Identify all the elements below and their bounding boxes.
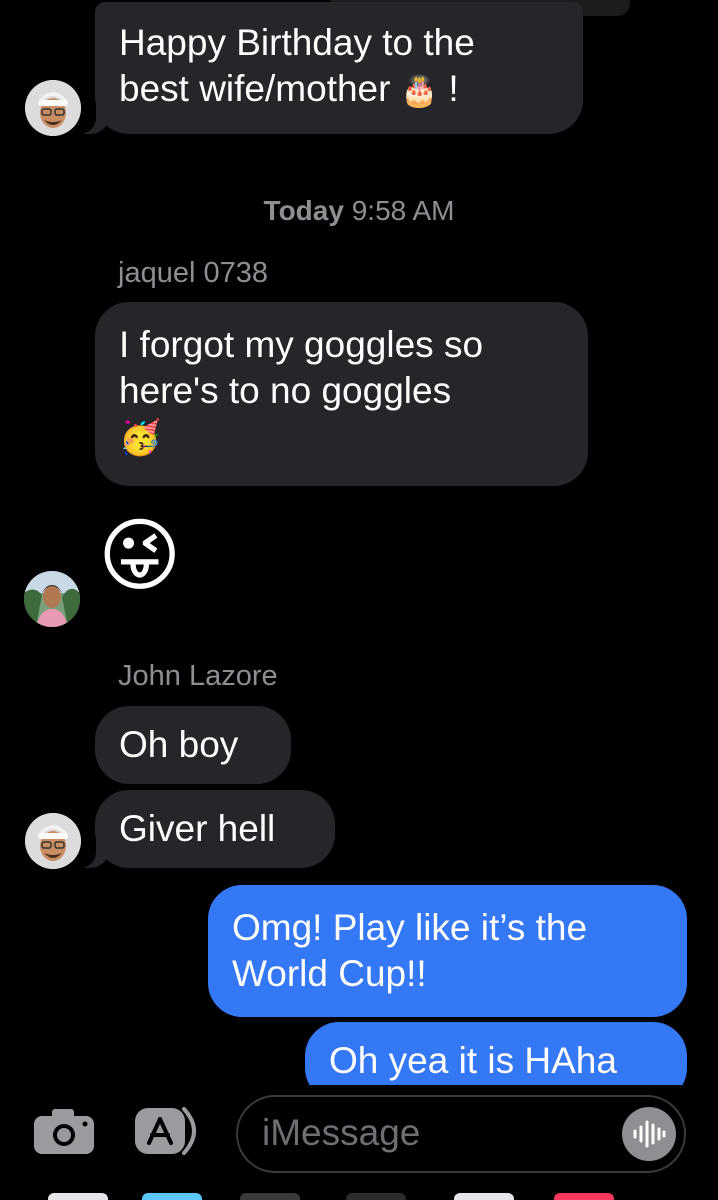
avatar-john-memoji[interactable]	[25, 813, 81, 869]
composer-bar: iMessage	[0, 1085, 718, 1200]
message-text: Happy Birthday to the best wife/mother 🎂…	[119, 22, 475, 109]
party-face-icon: 🥳	[119, 419, 162, 457]
message-thread[interactable]: Happy Birthday to the best wife/mother 🎂…	[0, 0, 718, 1085]
message-text: Oh yea it is HAha	[329, 1040, 617, 1081]
message-input-placeholder: iMessage	[262, 1112, 421, 1153]
message-bubble-birthday[interactable]: Happy Birthday to the best wife/mother 🎂…	[95, 2, 583, 134]
timestamp: Today 9:58 AM	[263, 195, 455, 226]
app-store-button[interactable]	[132, 1103, 210, 1164]
memoji-avatar-icon	[25, 80, 81, 136]
avatar-jaquel-photo[interactable]	[24, 571, 80, 627]
profile-photo-icon	[24, 571, 80, 627]
memoji-avatar-icon	[25, 813, 81, 869]
drawer-app-icon[interactable]	[346, 1193, 406, 1200]
message-text: Giver hell	[119, 808, 276, 849]
birthday-cake-icon: 🎂	[400, 75, 439, 108]
drawer-app-icon[interactable]	[48, 1193, 108, 1200]
app-store-icon	[135, 1107, 196, 1155]
camera-button[interactable]	[32, 1107, 96, 1162]
drawer-app-icon[interactable]	[454, 1193, 514, 1200]
message-bubble-oh-yea[interactable]: Oh yea it is HAha	[305, 1022, 687, 1085]
message-bubble-giver-hell[interactable]: Giver hell	[95, 790, 335, 868]
audio-waveform-icon	[633, 1120, 666, 1148]
drawer-app-icon[interactable]	[142, 1193, 202, 1200]
camera-icon	[34, 1109, 94, 1154]
app-drawer-strip	[0, 1193, 718, 1200]
message-text: Omg! Play like it’s the World Cup!!	[232, 907, 588, 994]
message-bubble-world-cup[interactable]: Omg! Play like it’s the World Cup!!	[208, 885, 687, 1017]
message-input[interactable]: iMessage	[236, 1095, 686, 1173]
winking-tongue-emoji[interactable]: 😜	[98, 508, 181, 604]
message-bubble-goggles[interactable]: I forgot my goggles so here's to no gogg…	[95, 302, 588, 486]
drawer-app-icon[interactable]	[554, 1193, 614, 1200]
sender-name: John Lazore	[118, 660, 278, 692]
message-text: Oh boy	[119, 724, 239, 765]
message-bubble-oh-boy[interactable]: Oh boy	[95, 706, 291, 784]
bubble-tail	[70, 836, 110, 868]
voice-record-button[interactable]	[622, 1107, 676, 1161]
sender-name: jaquel 0738	[118, 257, 268, 289]
bubble-tail	[70, 102, 110, 134]
message-text: I forgot my goggles so here's to no gogg…	[119, 324, 484, 457]
drawer-app-icon[interactable]	[240, 1193, 300, 1200]
avatar-john-memoji[interactable]	[25, 80, 81, 136]
